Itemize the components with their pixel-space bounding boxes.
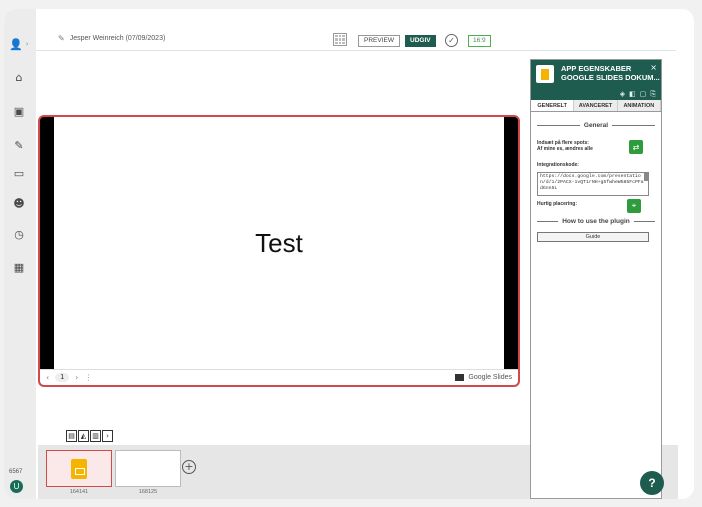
help-button[interactable]: ? [640,471,664,495]
slide-title: Test [255,227,303,258]
duplicate-icon[interactable]: ◧ [629,88,636,100]
slides-logo-icon [455,374,465,381]
sync-icon[interactable]: ⇄ [629,140,643,154]
aspect-ratio-button[interactable]: 16:9 [468,35,491,47]
slide-tools: ▤ ◭ ▥ › [66,430,113,442]
chevron-right-icon: › [25,40,29,48]
calendar-icon[interactable]: ▦ [9,257,29,277]
app-logo-icon [536,65,554,83]
add-slide-icon[interactable]: + [182,460,196,474]
eraser-icon[interactable]: ◭ [78,430,89,442]
embed-code-label: Integrationskode: [537,162,579,168]
slide-stage[interactable]: Test ‹ 1 › ⋮ Google Slides [38,115,520,387]
embed-code-field[interactable]: https://docs.google.com/presentation/d/1… [537,172,649,196]
properties-panel: APP EGENSKABER GOOGLE SLIDES DOKUM... × … [530,59,662,499]
panel-header: APP EGENSKABER GOOGLE SLIDES DOKUM... × [531,60,661,88]
tab-animation[interactable]: ANIMATION [618,100,661,111]
tab-general[interactable]: GENERELT [531,100,575,111]
briefcase-icon[interactable]: ▣ [9,101,29,121]
author-info: ✎ Jesper Weinreich (07/09/2023) [58,34,165,43]
export-icon[interactable]: ⎘ [650,88,656,100]
thumbnail-2[interactable] [115,450,181,487]
guide-button[interactable]: Guide [537,232,649,242]
prev-slide-icon[interactable]: ‹ [46,373,49,382]
user-menu[interactable]: 👤 › [9,35,37,53]
google-slides-icon [71,459,87,479]
copy-icon[interactable]: ▤ [66,430,77,442]
placement-icon[interactable]: ⌖ [627,199,641,213]
thumbnail-label: 168125 [138,489,158,495]
home-icon[interactable]: ⌂ [9,67,29,87]
top-toolbar: ✎ Jesper Weinreich (07/09/2023) PREVIEW … [36,29,676,51]
provider-label: Google Slides [468,374,512,381]
check-icon[interactable]: ✓ [445,34,458,47]
counter-label: 6567 [9,469,23,475]
multi-spot-label: Indsæt på flere spots: Af mine es, ændre… [537,140,593,152]
avatar[interactable]: U [10,480,23,493]
embed-scrollbar[interactable] [644,173,648,181]
pencil-icon: ✎ [58,34,65,43]
page-number: 1 [55,373,70,382]
thumbnail-label: 164141 [69,489,89,495]
screen-icon[interactable]: ▭ [9,163,29,183]
layers-icon[interactable]: ◈ [620,88,625,100]
user-icon: 👤 [9,37,23,51]
paste-icon[interactable]: ▢ [640,88,647,100]
panel-title: APP EGENSKABER GOOGLE SLIDES DOKUM... [561,64,660,82]
preview-button[interactable]: PREVIEW [358,35,400,47]
section-plugin: How to use the plugin [537,218,655,225]
slide-controls: ‹ 1 › ⋮ Google Slides [40,369,518,385]
edit-icon[interactable]: ✎ [9,135,29,155]
forward-icon[interactable]: › [102,430,113,442]
more-options-icon[interactable]: ⋮ [84,373,92,382]
close-icon[interactable]: × [650,63,657,72]
publish-button[interactable]: UDGIV [405,35,436,47]
panel-icon-bar: ◈ ◧ ▢ ⎘ [531,88,661,100]
section-general: General [537,122,655,129]
schedule-icon[interactable]: ◷ [9,224,29,244]
google-slides-link[interactable]: Google Slides [455,374,512,381]
left-rail: 👤 › ⌂ ▣ ✎ ▭ ☻ ◷ ▦ 6567 U [4,9,36,499]
app-window: 👤 › ⌂ ▣ ✎ ▭ ☻ ◷ ▦ 6567 U ✎ Jesper Weinrei… [4,9,694,499]
placement-label: Hurtig placering: [537,201,578,207]
slide-canvas[interactable]: Test [54,117,504,369]
next-slide-icon[interactable]: › [75,373,78,382]
group-icon[interactable]: ☻ [9,193,29,213]
trash-icon[interactable]: ▥ [90,430,101,442]
thumbnail-1[interactable] [46,450,112,487]
grid-view-button[interactable] [333,33,347,46]
panel-tabs: GENERELT AVANCERET ANIMATION [531,100,661,112]
author-label: Jesper Weinreich (07/09/2023) [69,35,166,42]
tab-advanced[interactable]: AVANCERET [574,100,618,111]
